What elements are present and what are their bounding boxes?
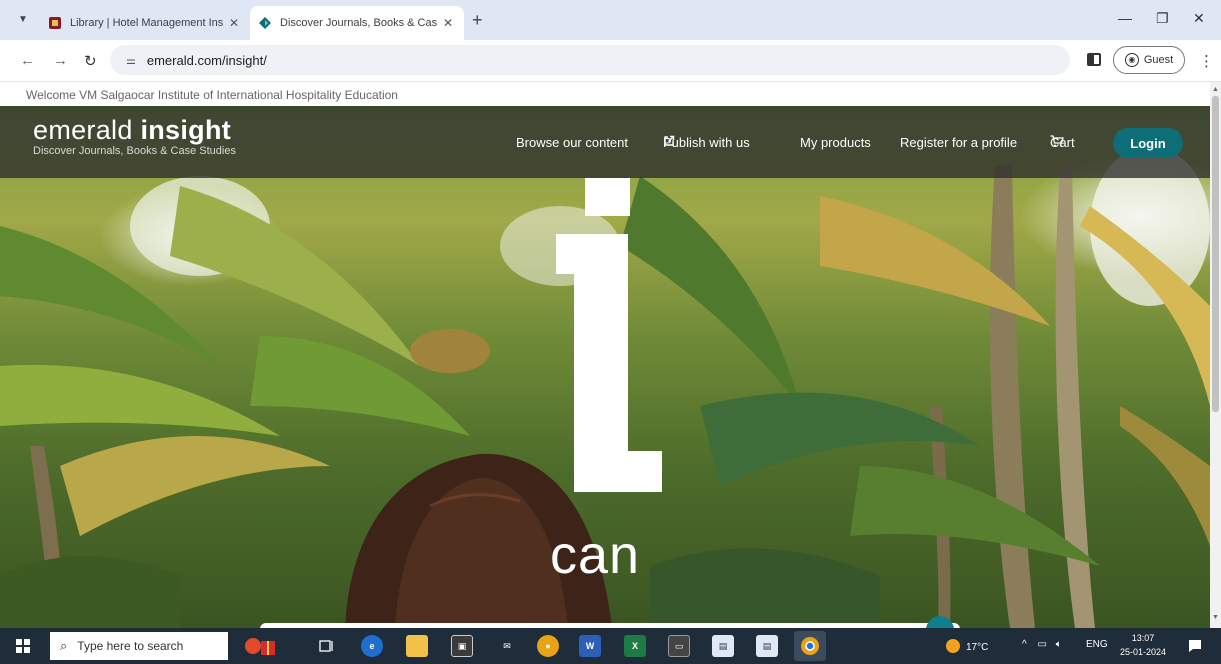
emerald-insight-logo[interactable]: emerald insight Discover Journals, Books… — [33, 115, 236, 157]
weather-temperature: 17°C — [966, 642, 989, 653]
taskbar-search-box[interactable]: ⌕ Type here to search — [50, 632, 228, 660]
network-icon[interactable]: ▭ — [1037, 639, 1046, 650]
search-icon: ⌕ — [60, 638, 68, 653]
widgets-gift-icon[interactable] — [243, 635, 279, 657]
hero-banner: emerald insight Discover Journals, Books… — [0, 106, 1210, 628]
site-header: emerald insight Discover Journals, Books… — [0, 106, 1210, 178]
nav-browse-content[interactable]: Browse our content — [516, 135, 628, 150]
new-tab-button[interactable]: + — [472, 10, 483, 31]
profile-label: Guest — [1143, 54, 1174, 66]
tab-search-chevron-icon[interactable]: ▼ — [14, 11, 32, 29]
side-panel-icon[interactable] — [1087, 53, 1101, 66]
document-app-icon[interactable]: ▤ — [712, 635, 734, 657]
mail-icon[interactable]: ✉ — [496, 635, 518, 657]
tab-emerald[interactable]: Discover Journals, Books & Cas ✕ — [250, 6, 464, 40]
forward-arrow-icon[interactable]: → — [53, 52, 68, 69]
library-favicon-icon — [48, 16, 62, 30]
language-indicator[interactable]: ENG — [1086, 639, 1108, 650]
edge-browser-icon[interactable]: e — [361, 635, 383, 657]
tab-title: Discover Journals, Books & Cas — [280, 17, 438, 29]
hero-letter-i-dot — [585, 178, 630, 216]
nav-publish-label: Publish with us — [663, 135, 750, 150]
restore-icon[interactable]: ❐ — [1156, 10, 1169, 27]
tab-strip: ▼ Library | Hotel Management Ins ✕ Disco… — [0, 0, 1221, 40]
close-window-icon[interactable]: ✕ — [1193, 10, 1205, 27]
close-tab-icon[interactable]: ✕ — [440, 16, 456, 30]
terminal-icon[interactable]: ▭ — [668, 635, 690, 657]
clock-time: 13:07 — [1131, 633, 1155, 643]
close-tab-icon[interactable]: ✕ — [226, 16, 242, 30]
show-hidden-icons-chevron-icon[interactable]: ^ — [1022, 639, 1027, 650]
windows-start-icon[interactable] — [16, 639, 30, 653]
nav-publish-with-us[interactable]: Publish with us — [663, 135, 754, 150]
nav-my-products[interactable]: My products — [800, 135, 871, 150]
web-page: Welcome VM Salgaocar Institute of Intern… — [0, 82, 1210, 628]
minimize-icon[interactable]: — — [1118, 10, 1132, 26]
site-settings-icon[interactable]: ⚌ — [126, 54, 136, 67]
word-icon[interactable]: W — [579, 635, 601, 657]
clock-date: 25-01-2024 — [1119, 647, 1167, 657]
address-text: emerald.com/insight/ — [146, 52, 267, 68]
page-scrollbar[interactable]: ▲ ▼ — [1210, 82, 1221, 628]
active-chrome-icon[interactable] — [794, 631, 826, 661]
taskbar-search-placeholder: Type here to search — [77, 639, 184, 653]
logo-part2: insight — [140, 115, 232, 145]
more-menu-icon[interactable]: ⋮ — [1199, 52, 1214, 70]
task-view-icon[interactable] — [316, 635, 338, 657]
profile-icon: ◉ — [1124, 53, 1139, 67]
logo-part1: emerald — [33, 115, 141, 145]
address-bar[interactable]: ⚌ emerald.com/insight/ — [110, 45, 1070, 75]
scroll-down-arrow-icon[interactable]: ▼ — [1212, 614, 1219, 621]
welcome-banner: Welcome VM Salgaocar Institute of Intern… — [0, 82, 1210, 106]
screen: ▼ Library | Hotel Management Ins ✕ Disco… — [0, 0, 1221, 664]
logo-tagline: Discover Journals, Books & Case Studies — [33, 145, 236, 157]
hero-headline-word: can — [550, 525, 641, 585]
login-button[interactable]: Login — [1113, 128, 1183, 158]
notifications-icon[interactable] — [1184, 635, 1206, 657]
tab-library[interactable]: Library | Hotel Management Ins ✕ — [40, 6, 250, 40]
emerald-favicon-icon — [258, 16, 272, 30]
excel-icon[interactable]: X — [624, 635, 646, 657]
document-app-2-icon[interactable]: ▤ — [756, 635, 778, 657]
file-explorer-icon[interactable] — [406, 635, 428, 657]
scroll-up-arrow-icon[interactable]: ▲ — [1212, 86, 1219, 93]
store-icon[interactable]: ▣ — [451, 635, 473, 657]
system-clock[interactable]: 13:07 25-01-2024 — [1117, 631, 1169, 659]
profile-button[interactable]: ◉ Guest — [1113, 46, 1185, 74]
back-arrow-icon[interactable]: ← — [20, 52, 35, 69]
windows-taskbar: ⌕ Type here to search e ▣ ✉ ● W X ▭ ▤ ▤ … — [0, 628, 1221, 664]
volume-icon[interactable]: 🔈︎ — [1056, 639, 1062, 650]
weather-sun-icon — [946, 639, 960, 653]
tray-icons[interactable]: ^ ▭ 🔈︎ — [1022, 639, 1062, 650]
browser-toolbar: ← → ↻ ⚌ emerald.com/insight/ ◉ Guest ⋮ — [0, 40, 1221, 82]
chrome-icon[interactable]: ● — [537, 635, 559, 657]
scrollbar-thumb[interactable] — [1212, 96, 1219, 412]
nav-cart[interactable]: Cart — [1050, 135, 1075, 150]
hero-letter-i-stem — [556, 234, 662, 492]
nav-register-profile[interactable]: Register for a profile — [900, 135, 1017, 150]
tab-title: Library | Hotel Management Ins — [70, 17, 224, 29]
weather-widget[interactable]: 17°C — [946, 639, 988, 653]
reload-icon[interactable]: ↻ — [84, 52, 97, 70]
